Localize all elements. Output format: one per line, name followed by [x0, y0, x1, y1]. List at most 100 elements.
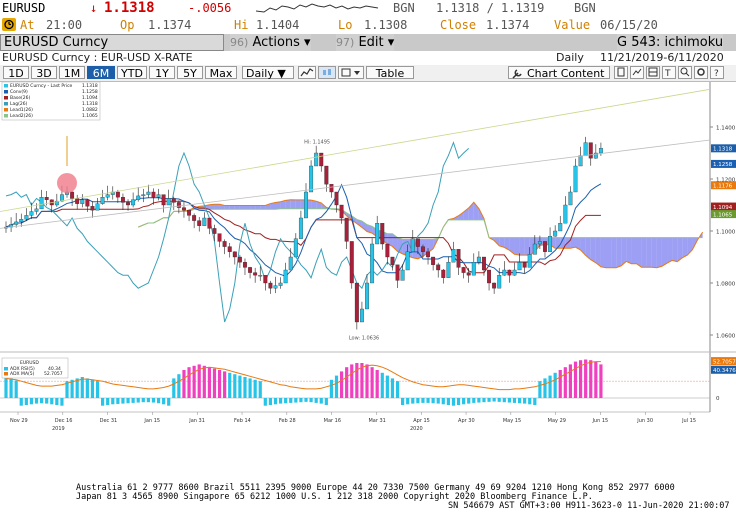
adx-bar — [263, 398, 267, 406]
adx-bar — [365, 364, 369, 398]
cloud-segment — [519, 237, 525, 256]
adx-bar — [95, 381, 100, 398]
adx-bar — [451, 398, 456, 406]
cloud-segment — [631, 237, 637, 264]
adx-bar — [309, 398, 313, 403]
adx-bar — [60, 398, 64, 406]
adx-bar — [507, 398, 511, 403]
period-max[interactable]: Max — [205, 66, 237, 80]
adx-bar — [456, 398, 461, 405]
toolbar-text-icon[interactable]: T — [662, 66, 676, 79]
edit-menu[interactable]: 97) Edit ▾ — [336, 34, 395, 51]
adx-bar — [411, 398, 415, 404]
cloud-segment — [641, 237, 647, 268]
candle-body — [492, 282, 497, 289]
y-tick-label: 1.1000 — [716, 230, 736, 236]
adx-bar — [477, 398, 481, 403]
cloud-segment — [255, 205, 261, 210]
frequency-dropdown[interactable]: Daily ▼ — [242, 66, 294, 80]
quote-detail-bar: At 21:00 Op 1.1374 Hi 1.1404 Lo 1.1308 C… — [0, 17, 736, 34]
legend-label: Base(26) — [10, 95, 30, 101]
adx-price-tag-label: 40.3476 — [713, 368, 736, 374]
adx-bar — [329, 379, 334, 398]
adx-bar — [502, 398, 506, 403]
ticker: EURUSD — [2, 1, 46, 15]
adx-bar — [563, 367, 567, 398]
adx-bar — [517, 398, 522, 404]
candle-body — [385, 243, 390, 258]
chart-options-dropdown[interactable] — [338, 66, 364, 79]
candle-body — [410, 238, 415, 252]
y-tick-label: 1.0800 — [716, 282, 736, 288]
chart-content-button[interactable]: Chart Content — [508, 66, 610, 80]
candle-body — [543, 241, 547, 252]
toolbar-chart-icon[interactable] — [630, 66, 644, 79]
legend-value: 1.1318 — [82, 83, 98, 89]
signal-marker — [57, 173, 77, 193]
legend-value: 1.1094 — [82, 95, 98, 101]
x-tick-label: Jun 30 — [636, 418, 653, 424]
candle-body — [151, 191, 156, 198]
period-1y[interactable]: 1Y — [149, 66, 175, 80]
candle-body — [248, 267, 253, 273]
legend-label: Lead1(26) — [10, 107, 33, 113]
price-tag-label: 1.1176 — [713, 183, 733, 189]
year-label: 2019 — [52, 426, 65, 432]
toolbar-pin-icon[interactable] — [614, 66, 628, 79]
adx-bar — [50, 398, 54, 405]
legend-value: 1.0882 — [82, 107, 98, 113]
candle-chart-icon[interactable] — [318, 66, 336, 79]
actions-menu[interactable]: 96) Actions ▾ — [230, 34, 311, 51]
legend-swatch — [4, 102, 8, 106]
adx-bar — [212, 368, 217, 398]
candle-body — [80, 199, 85, 204]
cloud-segment — [234, 205, 240, 210]
bgn-label-2: BGN — [574, 1, 596, 15]
candle-body — [344, 217, 349, 242]
price-tag-label: 1.1094 — [713, 205, 733, 211]
line-chart-icon[interactable] — [298, 66, 316, 79]
adx-bar — [85, 378, 89, 398]
candle-body — [243, 262, 247, 268]
adx-bar — [487, 398, 491, 402]
period-1m[interactable]: 1M — [59, 66, 85, 80]
price-tag-label: 1.1065 — [713, 212, 733, 218]
cloud-segment — [214, 204, 220, 210]
sparkline — [256, 3, 379, 13]
period-ytd[interactable]: YTD — [117, 66, 147, 80]
adx-bar — [416, 398, 420, 404]
alert-icon[interactable] — [2, 18, 16, 31]
cloud-segment — [651, 237, 657, 268]
security-title[interactable]: EURUSD Curncy — [0, 34, 224, 51]
toolbar-settings-icon[interactable] — [694, 66, 708, 79]
legend-swatch — [4, 84, 8, 88]
toolbar-help-icon[interactable]: ? — [710, 66, 724, 79]
x-tick-label: Apr 15 — [413, 418, 430, 424]
legend-value: 1.1318 — [82, 101, 98, 107]
cloud-segment — [285, 199, 291, 209]
open-value: 1.1374 — [148, 18, 192, 32]
period-3d[interactable]: 3D — [31, 66, 57, 80]
cloud-segment — [667, 237, 673, 264]
adx-bar — [294, 398, 298, 403]
cloud-segment — [524, 237, 530, 256]
candle-body — [563, 204, 568, 224]
adx-bar — [568, 364, 573, 398]
price-chart[interactable]: Hi: 1.1495Low: 1.0636 1.14001.12001.1000… — [0, 82, 736, 434]
candle-body — [253, 272, 258, 276]
period-1d[interactable]: 1D — [3, 66, 29, 80]
candle-body — [14, 221, 19, 225]
candle-body — [222, 241, 227, 247]
candle-body — [507, 269, 512, 276]
candle-body — [288, 256, 293, 271]
toolbar-zoom-icon[interactable] — [678, 66, 692, 79]
period-5y[interactable]: 5Y — [177, 66, 203, 80]
adx-bar — [548, 375, 552, 398]
value-date: 06/15/20 — [600, 18, 658, 32]
period-6m[interactable]: 6M — [87, 66, 115, 80]
toolbar-table-icon[interactable] — [646, 66, 660, 79]
adx-bar — [390, 378, 395, 398]
cloud-segment — [656, 237, 662, 268]
table-button[interactable]: Table — [366, 66, 414, 80]
candle-body — [126, 202, 130, 206]
